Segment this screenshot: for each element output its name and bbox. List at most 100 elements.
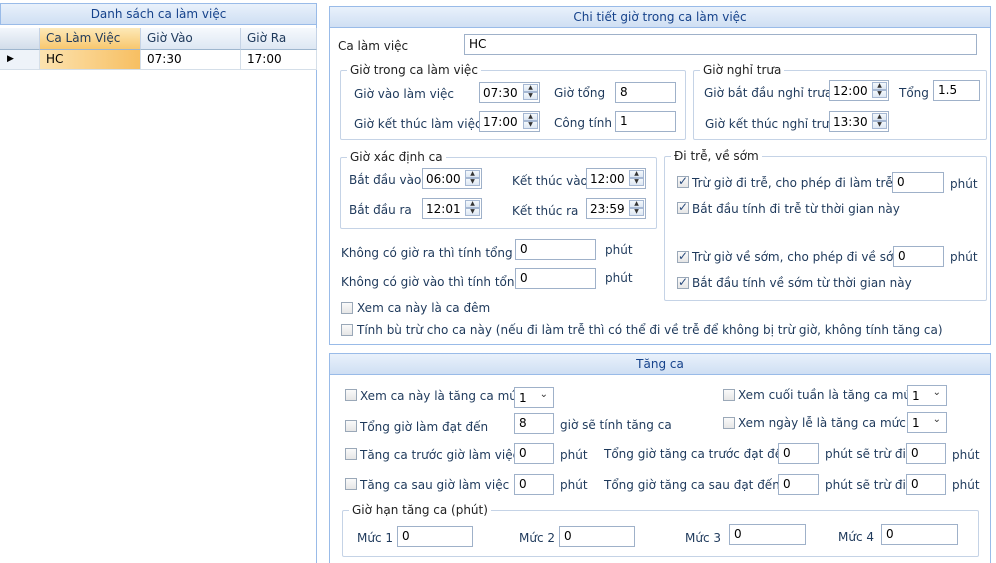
row-indicator-header — [0, 28, 40, 50]
ot-weekend-label[interactable]: Xem cuối tuần là tăng ca mức — [738, 388, 918, 402]
total-hours-label: Giờ tổng — [554, 86, 606, 100]
table-cell-gio-vao[interactable]: 07:30 — [141, 50, 241, 70]
row-indicator[interactable]: ▶ — [0, 50, 40, 70]
ot-after-deduct-label: phút sẽ trừ đi — [825, 478, 906, 492]
early-deduct-label[interactable]: Trừ giờ về sớm, cho phép đi về sớm — [692, 250, 905, 264]
ot-total-suffix: giờ sẽ tính tăng ca — [560, 418, 672, 432]
ot-level-checkbox[interactable] — [345, 389, 357, 401]
ot-limit-2-input[interactable]: 0 — [559, 526, 635, 547]
ot-before-checkbox[interactable] — [345, 448, 357, 460]
ot-limit-4-input[interactable]: 0 — [881, 524, 958, 545]
ot-weekend-checkbox[interactable] — [723, 389, 735, 401]
night-shift-label[interactable]: Xem ca này là ca đêm — [357, 301, 490, 315]
out-start-label: Bắt đầu ra — [349, 203, 412, 217]
in-end-spinner[interactable]: 12:00 ▲ ▼ — [586, 168, 646, 189]
ot-before-unit: phút — [560, 448, 588, 462]
col-header-gio-ra[interactable]: Giờ Ra — [241, 28, 317, 50]
workday-label: Công tính — [554, 116, 613, 130]
lunch-start-label: Giờ bắt đầu nghỉ trưa — [704, 86, 833, 100]
ot-limit-1-input[interactable]: 0 — [397, 526, 473, 547]
work-start-label: Giờ vào làm việc — [354, 87, 455, 101]
late-deduct-label[interactable]: Trừ giờ đi trễ, cho phép đi làm trễ — [692, 176, 893, 190]
night-shift-checkbox[interactable] — [341, 302, 353, 314]
ot-before-label[interactable]: Tăng ca trước giờ làm việc — [360, 448, 519, 462]
ot-after-label[interactable]: Tăng ca sau giờ làm việc — [360, 478, 509, 492]
ot-after-deduct-unit: phút — [952, 478, 980, 492]
work-end-spinner[interactable]: 17:00 ▲ ▼ — [479, 111, 540, 132]
early-deduct-checkbox[interactable] — [677, 249, 689, 263]
lunch-total-label: Tổng — [899, 86, 929, 100]
ot-level-select[interactable]: 1 ⌄ — [514, 387, 554, 408]
late-from-checkbox[interactable] — [677, 200, 689, 214]
ot-before-input[interactable]: 0 — [514, 443, 554, 464]
ot-before-total-input[interactable]: 0 — [778, 443, 819, 464]
early-deduct-input[interactable]: 0 — [893, 246, 944, 267]
ot-limit-title: Giờ hạn tăng ca (phút) — [349, 503, 491, 517]
ot-holiday-select[interactable]: 1 ⌄ — [907, 412, 947, 433]
ot-holiday-checkbox[interactable] — [723, 417, 735, 429]
late-deduct-input[interactable]: 0 — [892, 172, 944, 193]
early-from-checkbox[interactable] — [677, 275, 689, 289]
ot-after-deduct-input[interactable]: 0 — [906, 474, 946, 495]
in-start-spinner[interactable]: 06:00 ▲ ▼ — [422, 168, 482, 189]
ot-after-total-label: Tổng giờ tăng ca sau đạt đến — [604, 478, 780, 492]
out-end-label: Kết thúc ra — [512, 204, 579, 218]
ot-limit-3-label: Mức 3 — [685, 531, 722, 545]
table-cell-ca[interactable]: HC — [40, 50, 141, 70]
lunch-total-input[interactable]: 1.5 — [933, 80, 980, 101]
lunch-start-spinner[interactable]: 12:00 ▲ ▼ — [829, 80, 889, 101]
in-start-label: Bắt đầu vào — [349, 173, 422, 187]
ot-after-total-input[interactable]: 0 — [778, 474, 819, 495]
lunch-end-spinner[interactable]: 13:30 ▲ ▼ — [829, 111, 889, 132]
overtime-header: Tăng ca — [329, 353, 991, 375]
early-from-label[interactable]: Bắt đầu tính về sớm từ thời gian này — [692, 276, 912, 290]
chevron-down-icon: ⌄ — [932, 414, 941, 425]
no-out-unit: phút — [605, 243, 633, 257]
work-hours-title: Giờ trong ca làm việc — [347, 63, 481, 77]
table-cell-gio-ra[interactable]: 17:00 — [241, 50, 317, 70]
ot-before-deduct-label: phút sẽ trừ đi — [825, 447, 906, 461]
ot-limit-4-label: Mức 4 — [838, 530, 875, 544]
work-end-label: Giờ kết thúc làm việc — [354, 117, 482, 131]
late-deduct-checkbox[interactable] — [677, 174, 689, 188]
work-start-spinner[interactable]: 07:30 ▲ ▼ — [479, 82, 540, 103]
col-header-ca[interactable]: Ca Làm Việc — [40, 28, 141, 50]
lunch-end-label: Giờ kết thúc nghỉ trưa — [705, 117, 837, 131]
detail-header: Chi tiết giờ trong ca làm việc — [329, 6, 991, 28]
ca-label: Ca làm việc — [338, 39, 409, 53]
ot-total-input[interactable]: 8 — [514, 413, 554, 434]
ot-limit-3-input[interactable]: 0 — [729, 524, 806, 545]
no-in-label: Không có giờ vào thì tính tổng — [341, 275, 523, 289]
ot-after-checkbox[interactable] — [345, 478, 357, 490]
out-end-spinner[interactable]: 23:59 ▲ ▼ — [586, 198, 646, 219]
ot-before-deduct-input[interactable]: 0 — [906, 443, 946, 464]
no-out-input[interactable]: 0 — [515, 239, 596, 260]
late-early-title: Đi trễ, về sớm — [671, 149, 762, 163]
chevron-down-icon: ⌄ — [932, 387, 941, 398]
shift-list-header: Danh sách ca làm việc — [0, 3, 317, 25]
shift-list-border — [316, 25, 317, 563]
total-hours-input[interactable]: 8 — [615, 82, 676, 103]
late-from-label[interactable]: Bắt đầu tính đi trễ từ thời gian này — [692, 202, 900, 216]
ot-limit-2-label: Mức 2 — [519, 531, 556, 545]
ot-after-input[interactable]: 0 — [514, 474, 554, 495]
workday-input[interactable]: 1 — [615, 111, 676, 132]
lunch-title: Giờ nghỉ trưa — [700, 63, 785, 77]
col-header-gio-vao[interactable]: Giờ Vào — [141, 28, 241, 50]
in-end-label: Kết thúc vào — [512, 174, 588, 188]
ot-after-unit: phút — [560, 478, 588, 492]
compensate-checkbox[interactable] — [341, 324, 353, 336]
chevron-down-icon: ⌄ — [539, 389, 548, 400]
no-in-input[interactable]: 0 — [515, 268, 596, 289]
late-unit: phút — [950, 177, 978, 191]
ot-weekend-select[interactable]: 1 ⌄ — [907, 385, 947, 406]
ot-limit-1-label: Mức 1 — [357, 531, 394, 545]
out-start-spinner[interactable]: 12:01 ▲ ▼ — [422, 198, 482, 219]
ot-level-label[interactable]: Xem ca này là tăng ca mức — [360, 389, 523, 403]
ca-input[interactable]: HC — [464, 34, 977, 55]
ot-before-total-label: Tổng giờ tăng ca trước đạt đến — [604, 447, 790, 461]
ot-total-label[interactable]: Tổng giờ làm đạt đến — [360, 420, 488, 434]
compensate-label[interactable]: Tính bù trừ cho ca này (nếu đi làm trễ t… — [357, 323, 943, 337]
ot-holiday-label[interactable]: Xem ngày lễ là tăng ca mức — [738, 416, 906, 430]
ot-total-checkbox[interactable] — [345, 420, 357, 432]
